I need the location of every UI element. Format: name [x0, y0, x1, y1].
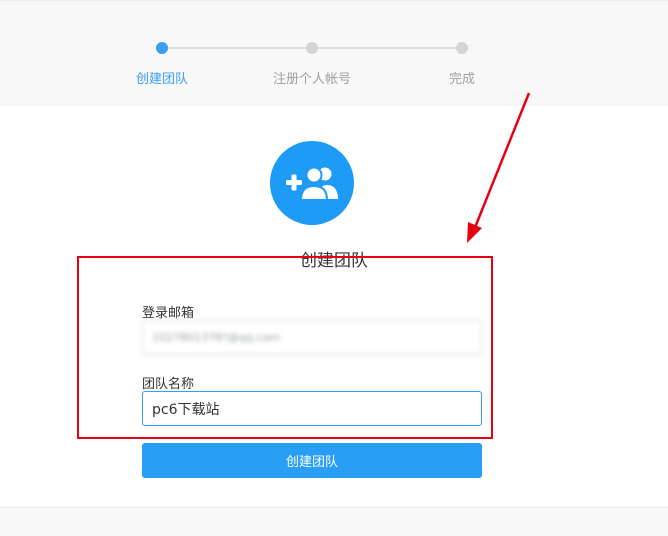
step-dot-create-team: [156, 42, 168, 54]
team-name-label: 团队名称: [142, 377, 195, 392]
add-team-icon: [270, 141, 354, 225]
step-connector-1: [168, 47, 306, 49]
progress-stepper: 创建团队 注册个人帐号 完成: [0, 0, 668, 105]
step-label-done: 完成: [448, 72, 476, 87]
step-label-register-account: 注册个人帐号: [272, 72, 352, 87]
create-team-button[interactable]: 创建团队: [142, 443, 482, 478]
footer-band: [0, 507, 668, 536]
team-name-input[interactable]: [142, 391, 482, 426]
form-title: 创建团队: [300, 251, 368, 271]
add-team-glyph: [286, 166, 338, 201]
email-label: 登录邮箱: [142, 306, 195, 321]
step-label-create-team: 创建团队: [135, 72, 189, 87]
step-dot-done: [456, 42, 468, 54]
email-input[interactable]: [142, 320, 482, 355]
step-dot-register-account: [306, 42, 318, 54]
step-connector-2: [318, 47, 456, 49]
